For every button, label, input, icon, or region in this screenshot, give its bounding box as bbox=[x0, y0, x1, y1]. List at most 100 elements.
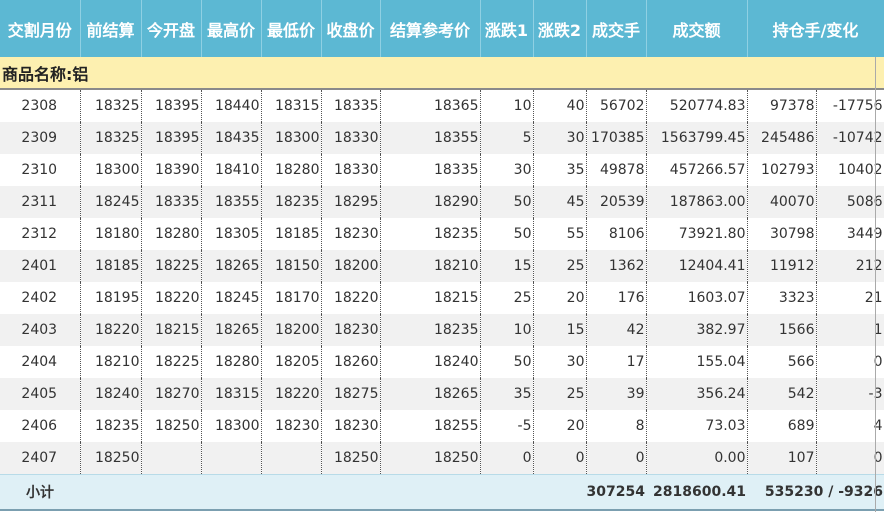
table-cell: 20 bbox=[533, 282, 587, 314]
table-cell: 45 bbox=[533, 186, 587, 218]
table-cell: 2402 bbox=[0, 282, 81, 314]
table-cell: 2309 bbox=[0, 122, 81, 154]
col-header[interactable]: 今开盘 bbox=[141, 0, 202, 57]
table-cell: 18235 bbox=[380, 314, 481, 346]
table-cell: 12404.41 bbox=[646, 250, 748, 282]
table-cell: 18150 bbox=[261, 250, 322, 282]
table-cell: 10 bbox=[480, 314, 534, 346]
table-row[interactable]: 2401 18185 18225 18265 18150 18200 18210 15 25 13… bbox=[0, 250, 884, 282]
table-cell: 30798 bbox=[747, 218, 817, 250]
table-cell: 382.97 bbox=[646, 314, 748, 346]
table-cell: 542 bbox=[747, 378, 817, 410]
table-row[interactable]: 2402 18195 18220 18245 18170 18220 18215 25 20 17… bbox=[0, 282, 884, 314]
table-cell: 176 bbox=[586, 282, 647, 314]
table-cell: 5086 bbox=[816, 186, 884, 218]
table-cell: 18200 bbox=[261, 314, 322, 346]
table-row[interactable]: 2312 18180 18280 18305 18185 18230 18235 50 55 81… bbox=[0, 218, 884, 250]
col-header[interactable]: 结算参考价 bbox=[380, 0, 481, 57]
table-row[interactable]: 2405 18240 18270 18315 18220 18275 18265 35 25 39… bbox=[0, 378, 884, 410]
table-row[interactable]: 2309 18325 18395 18435 18300 18330 18355 5 30 170… bbox=[0, 122, 884, 154]
table-cell: 2310 bbox=[0, 154, 81, 186]
table-cell: 0 bbox=[533, 442, 587, 475]
col-header[interactable]: 前结算 bbox=[80, 0, 142, 57]
table-cell: 18230 bbox=[321, 410, 381, 442]
table-cell: 0.00 bbox=[646, 442, 748, 475]
table-cell: 18240 bbox=[380, 346, 481, 378]
table-row[interactable]: 2407 18250 18250 18250 0 0 0 0.00 107 0 bbox=[0, 442, 884, 475]
col-header[interactable]: 成交手 bbox=[586, 0, 647, 57]
table-cell: 18355 bbox=[380, 122, 481, 154]
table-cell: 18260 bbox=[321, 346, 381, 378]
table-cell: 35 bbox=[533, 154, 587, 186]
table-cell: 18240 bbox=[80, 378, 142, 410]
table-cell: 18195 bbox=[80, 282, 142, 314]
table-cell: 18300 bbox=[80, 154, 142, 186]
table-cell: 107 bbox=[747, 442, 817, 475]
table-row[interactable]: 2308 18325 18395 18440 18315 18335 18365 10 40 56… bbox=[0, 89, 884, 122]
table-row[interactable]: 2311 18245 18335 18355 18235 18295 18290 50 45 20… bbox=[0, 186, 884, 218]
table-cell: 25 bbox=[533, 250, 587, 282]
table-row[interactable]: 2310 18300 18390 18410 18280 18330 18335 30 35 49… bbox=[0, 154, 884, 186]
table-cell: 18410 bbox=[201, 154, 262, 186]
table-cell: 18265 bbox=[201, 314, 262, 346]
table-cell: 2404 bbox=[0, 346, 81, 378]
table-cell: -5 bbox=[480, 410, 534, 442]
table-cell: 356.24 bbox=[646, 378, 748, 410]
table-cell: 170385 bbox=[586, 122, 647, 154]
col-header[interactable]: 交割月份 bbox=[0, 0, 81, 57]
table-cell: 18220 bbox=[261, 378, 322, 410]
table-cell: 18255 bbox=[380, 410, 481, 442]
table-cell: 21 bbox=[816, 282, 884, 314]
table-cell: 1362 bbox=[586, 250, 647, 282]
subtotal-label: 小计 bbox=[0, 474, 80, 511]
table-cell: 18180 bbox=[80, 218, 142, 250]
table-row[interactable]: 2404 18210 18225 18280 18205 18260 18240 50 30 17… bbox=[0, 346, 884, 378]
table-cell: 40070 bbox=[747, 186, 817, 218]
table-cell: 73.03 bbox=[646, 410, 748, 442]
table-cell: 18280 bbox=[201, 346, 262, 378]
table-cell: 18220 bbox=[141, 282, 202, 314]
table-cell: 30 bbox=[480, 154, 534, 186]
table-cell bbox=[261, 442, 322, 475]
table-body: 2308 18325 18395 18440 18315 18335 18365 10 40 56… bbox=[0, 89, 884, 475]
table-cell: 10 bbox=[480, 89, 534, 122]
table-cell: 18220 bbox=[321, 282, 381, 314]
table-row[interactable]: 2406 18235 18250 18300 18230 18230 18255 -5 20 8 7… bbox=[0, 410, 884, 442]
table-cell bbox=[201, 442, 262, 475]
table-cell: 18210 bbox=[380, 250, 481, 282]
table-cell: 42 bbox=[586, 314, 647, 346]
table-cell: 18355 bbox=[201, 186, 262, 218]
table-cell: 18335 bbox=[141, 186, 202, 218]
col-header[interactable]: 持仓手/变化 bbox=[747, 0, 884, 57]
table-cell: 8106 bbox=[586, 218, 647, 250]
table-cell: 18330 bbox=[321, 122, 381, 154]
table-cell: 17 bbox=[586, 346, 647, 378]
table-cell: 18245 bbox=[80, 186, 142, 218]
col-header[interactable]: 收盘价 bbox=[321, 0, 381, 57]
table-cell: 18365 bbox=[380, 89, 481, 122]
table-cell bbox=[141, 442, 202, 475]
table-row[interactable]: 2403 18220 18215 18265 18200 18230 18235 10 15 42… bbox=[0, 314, 884, 346]
table-cell: 18215 bbox=[141, 314, 202, 346]
table-cell: 56702 bbox=[586, 89, 647, 122]
table-cell: 50 bbox=[480, 218, 534, 250]
table-cell: 18230 bbox=[321, 314, 381, 346]
table-cell: 18245 bbox=[201, 282, 262, 314]
table-cell: 18290 bbox=[380, 186, 481, 218]
table-cell: 18200 bbox=[321, 250, 381, 282]
col-header[interactable]: 涨跌2 bbox=[533, 0, 587, 57]
table-cell: 1563799.45 bbox=[646, 122, 748, 154]
col-header[interactable]: 涨跌1 bbox=[480, 0, 534, 57]
table-cell: 18390 bbox=[141, 154, 202, 186]
table-cell: 2405 bbox=[0, 378, 81, 410]
subtotal-turnover: 2818600.41 bbox=[646, 474, 747, 511]
table-cell: 18280 bbox=[141, 218, 202, 250]
col-header[interactable]: 成交额 bbox=[646, 0, 748, 57]
col-header[interactable]: 最高价 bbox=[201, 0, 262, 57]
subtotal-volume: 307254 bbox=[586, 474, 646, 511]
col-header[interactable]: 最低价 bbox=[261, 0, 322, 57]
product-row: 商品名称:铝 bbox=[0, 57, 884, 90]
table-cell: 18395 bbox=[141, 89, 202, 122]
table-cell: 18330 bbox=[321, 154, 381, 186]
table-cell: 18215 bbox=[380, 282, 481, 314]
